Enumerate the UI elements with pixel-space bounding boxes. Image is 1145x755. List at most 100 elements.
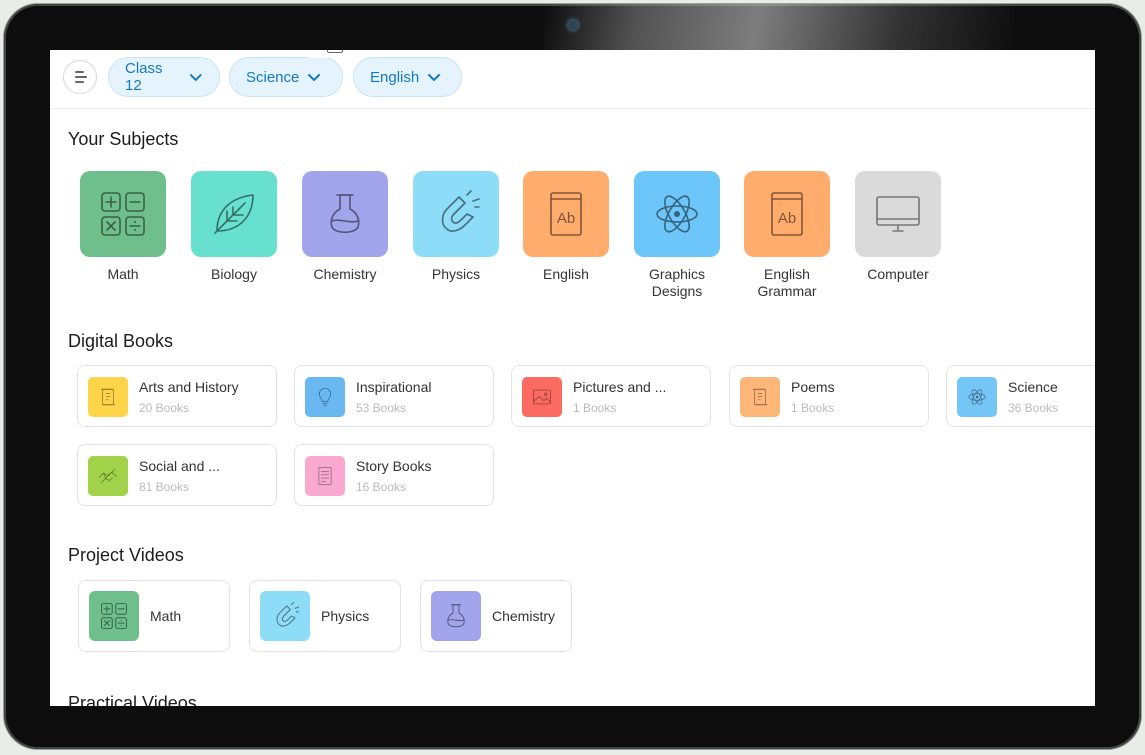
subject-tile — [855, 171, 941, 257]
video-icon-tile — [260, 591, 310, 641]
book-category-title: Social and ... — [139, 458, 220, 474]
book-count: 1 Books — [573, 401, 617, 415]
tab-handle-icon — [327, 50, 343, 53]
book-category-icon-tile — [740, 377, 780, 417]
book-category-card[interactable]: Science 36 Books — [946, 365, 1095, 427]
project-video-math[interactable]: Math — [78, 580, 230, 652]
book-category-icon-tile — [88, 456, 128, 496]
menu-icon — [75, 71, 84, 73]
atom-icon — [656, 195, 698, 233]
handshake-icon — [99, 468, 117, 484]
digital-books-heading: Digital Books — [68, 331, 174, 351]
subject-math[interactable]: Math — [68, 171, 178, 283]
subject-tile — [80, 171, 166, 257]
subject-label: Biology — [211, 266, 257, 282]
math-icon — [101, 192, 145, 236]
book-category-title: Inspirational — [356, 379, 432, 395]
video-icon-tile — [431, 591, 481, 641]
subject-label: English — [543, 266, 589, 282]
book-category-icon-tile — [305, 377, 345, 417]
subject-english-grammar[interactable]: Ab English Grammar — [732, 171, 842, 300]
svg-text:Ab: Ab — [778, 210, 796, 227]
subject-tile — [413, 171, 499, 257]
book-category-title: Science — [1008, 379, 1058, 395]
menu-icon-line — [75, 81, 84, 83]
book-count: 53 Books — [356, 401, 407, 415]
subject-english[interactable]: Ab English — [511, 171, 621, 283]
book-category-card[interactable]: Poems 1 Books — [729, 365, 929, 427]
image-icon — [533, 389, 551, 405]
book-category-card[interactable]: Story Books 16 Books — [294, 444, 494, 506]
video-label: Physics — [321, 608, 370, 624]
menu-icon-line — [75, 76, 87, 78]
video-icon-tile — [89, 591, 139, 641]
book-category-title: Pictures and ... — [573, 379, 667, 395]
book-count: 81 Books — [139, 480, 190, 494]
chevron-down-icon — [190, 74, 203, 82]
math-icon — [101, 603, 127, 629]
book-category-card[interactable]: Inspirational 53 Books — [294, 365, 494, 427]
book-category-card[interactable]: Pictures and ... 1 Books — [511, 365, 711, 427]
subject-biology[interactable]: Biology — [179, 171, 289, 283]
subject-computer[interactable]: Computer — [843, 171, 953, 283]
book-category-title: Poems — [791, 379, 835, 395]
monitor-icon — [876, 196, 920, 232]
book-category-icon-tile — [522, 377, 562, 417]
stream-filter-dropdown[interactable]: Science — [229, 57, 343, 97]
document-icon — [318, 467, 332, 485]
book-category-icon-tile — [88, 377, 128, 417]
magnet-icon — [441, 190, 480, 232]
stream-filter-label: Science — [246, 68, 300, 86]
book-count: 16 Books — [356, 480, 407, 494]
class-filter-label: Class 12 — [125, 60, 163, 94]
project-video-physics[interactable]: Physics — [249, 580, 401, 652]
app-screen: Class 12 Science English Your Subjects M… — [50, 50, 1095, 706]
subject-chemistry[interactable]: Chemistry — [290, 171, 400, 283]
pull-tab[interactable] — [305, 50, 360, 58]
book-category-card[interactable]: Social and ... 81 Books — [77, 444, 277, 506]
book-count: 1 Books — [791, 401, 835, 415]
subject-label: Physics — [431, 266, 481, 282]
subjects-heading: Your Subjects — [68, 129, 179, 149]
leaf-icon — [214, 194, 254, 234]
bulb-icon — [318, 388, 332, 406]
book-category-title: Story Books — [356, 458, 432, 474]
subject-graphics-designs[interactable]: Graphics Designs — [622, 171, 732, 300]
video-label: Chemistry — [492, 608, 556, 624]
svg-text:Ab: Ab — [557, 210, 575, 227]
magnet-icon — [276, 601, 300, 627]
book-category-title: Arts and History — [139, 379, 239, 395]
menu-button[interactable] — [63, 60, 97, 94]
language-filter-dropdown[interactable]: English — [353, 57, 462, 97]
chevron-down-icon — [308, 74, 321, 82]
flask-icon — [330, 194, 360, 234]
chevron-down-icon — [428, 74, 441, 82]
practical-videos-heading: Practical Videos — [68, 693, 197, 706]
book-category-icon-tile — [305, 456, 345, 496]
subject-tile — [191, 171, 277, 257]
subject-label: Chemistry — [313, 266, 377, 282]
top-bar: Class 12 Science English — [50, 50, 1095, 109]
subject-tile: Ab — [744, 171, 830, 257]
subject-label: Graphics Designs — [648, 266, 706, 299]
atom-icon — [968, 389, 986, 405]
video-label: Math — [150, 608, 182, 624]
book-category-card[interactable]: Arts and History 20 Books — [77, 365, 277, 427]
scroll-icon — [752, 388, 768, 406]
subject-tile — [302, 171, 388, 257]
subject-label: English Grammar — [757, 266, 817, 299]
book-ab-icon: Ab — [771, 192, 803, 236]
project-videos-heading: Project Videos — [68, 545, 184, 565]
class-filter-dropdown[interactable]: Class 12 — [108, 57, 220, 97]
subject-label: Computer — [867, 266, 929, 282]
subject-tile — [634, 171, 720, 257]
scroll-icon — [100, 388, 116, 406]
language-filter-label: English — [370, 68, 420, 86]
camera-icon — [568, 20, 578, 30]
book-count: 36 Books — [1008, 401, 1059, 415]
subject-physics[interactable]: Physics — [401, 171, 511, 283]
project-video-chemistry[interactable]: Chemistry — [420, 580, 572, 652]
book-count: 20 Books — [139, 401, 190, 415]
subject-label: Math — [107, 266, 139, 282]
flask-icon — [447, 604, 465, 628]
